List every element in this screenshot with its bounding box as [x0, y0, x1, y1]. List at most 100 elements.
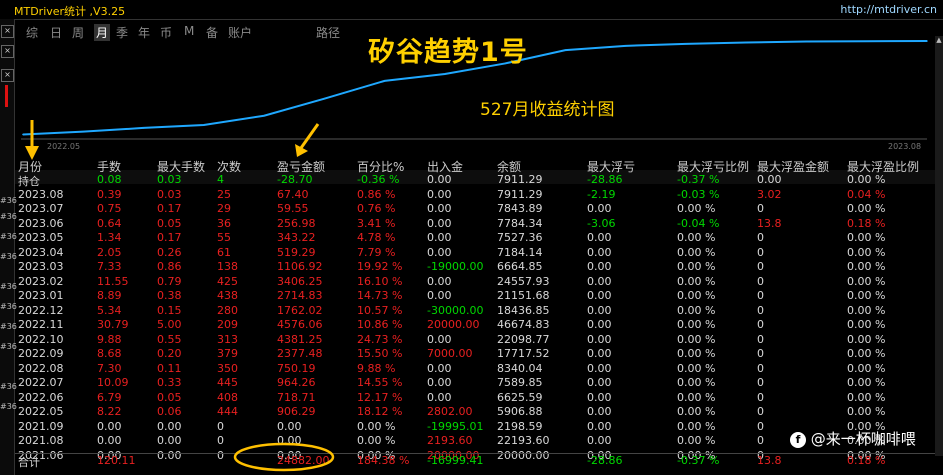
table-cell: 444: [217, 405, 238, 418]
total-cell: -16999.41: [427, 454, 484, 467]
table-cell: 0: [757, 419, 764, 433]
table-cell: 3.02: [757, 187, 782, 201]
table-cell: 0.00 %: [847, 274, 886, 288]
total-cell: -0.37 %: [677, 454, 720, 467]
table-cell: 1106.92: [277, 260, 323, 273]
equity-point: [805, 40, 808, 43]
table-cell: 425: [217, 274, 238, 288]
table-cell: 10.57 %: [357, 303, 403, 317]
table-cell: 0.00: [427, 187, 452, 201]
table-cell: 0.00 %: [847, 245, 886, 259]
equity-point: [564, 49, 567, 51]
total-cell: 120.11: [97, 454, 136, 467]
table-cell: 0.00 %: [847, 202, 886, 215]
table-cell: 313: [217, 332, 238, 346]
table-cell: 17717.52: [497, 347, 550, 360]
window-title: MTDriver统计 ,V3.25: [14, 5, 126, 18]
table-cell: 2.05: [97, 245, 122, 259]
table-cell: 0.00: [587, 419, 612, 433]
table-cell: 0: [757, 274, 764, 288]
table-cell: 0.00 %: [847, 303, 886, 317]
table-cell: 7784.34: [497, 216, 543, 230]
table-cell: 0.00: [757, 173, 782, 186]
website-link[interactable]: http://mtdriver.cn: [840, 3, 937, 16]
table-cell: 408: [217, 390, 238, 404]
table-cell: 0.00 %: [847, 347, 886, 360]
row-month: 2022.05: [18, 405, 64, 418]
table-cell: 0.00 %: [677, 376, 716, 389]
equity-point: [444, 73, 446, 75]
table-cell: 0.18 %: [847, 216, 886, 230]
table-cell: 36: [217, 216, 231, 230]
table-cell: 0.00: [427, 231, 452, 244]
table-cell: 0.33: [157, 376, 182, 389]
table-cell: 2714.83: [277, 289, 323, 302]
table-cell: 59.55: [277, 202, 309, 215]
table-cell: 0: [757, 318, 764, 331]
table-cell: 0.55: [157, 332, 182, 346]
table-cell: 0: [757, 332, 764, 346]
table-cell: 0.00: [427, 289, 452, 302]
table-cell: 0.00 %: [677, 390, 716, 404]
table-cell: 3406.25: [277, 274, 323, 288]
table-cell: 138: [217, 260, 238, 273]
table-cell: 0.00: [157, 434, 182, 447]
table-cell: 6625.59: [497, 390, 543, 404]
chart-x-end-label: 2023.08: [888, 142, 921, 151]
table-cell: 0.15: [157, 303, 182, 317]
table-cell: 0.00: [587, 245, 612, 259]
table-cell: 256.98: [277, 216, 316, 230]
table-cell: 0: [757, 260, 764, 273]
table-cell: 14.73 %: [357, 289, 403, 302]
table-cell: 16.10 %: [357, 274, 403, 288]
table-cell: 379: [217, 347, 238, 360]
table-cell: 2802.00: [427, 405, 473, 418]
table-cell: 0.86: [157, 260, 182, 273]
table-cell: 7589.85: [497, 376, 543, 389]
table-cell: 445: [217, 376, 238, 389]
close-icon[interactable]: ×: [1, 45, 14, 58]
table-cell: 0.06: [157, 405, 182, 418]
table-cell: -0.36 %: [357, 173, 400, 186]
row-month: 2022.07: [18, 376, 64, 389]
row-month: 2023.04: [18, 245, 64, 259]
table-cell: 15.50 %: [357, 347, 403, 360]
table-cell: 0.00 %: [677, 332, 716, 346]
total-cell: -28.86: [587, 454, 623, 467]
row-month: 2023.08: [18, 187, 64, 201]
window-titlebar: MTDriver统计 ,V3.25 http://mtdriver.cn: [0, 0, 943, 20]
table-cell: 0.05: [157, 390, 182, 404]
table-cell: 13.8: [757, 216, 782, 230]
close-icon[interactable]: ×: [1, 25, 14, 38]
table-cell: 6664.85: [497, 260, 543, 273]
table-cell: 0.00 %: [847, 332, 886, 346]
table-cell: 0: [757, 434, 764, 447]
table-cell: -0.03 %: [677, 187, 720, 201]
table-cell: 19.92 %: [357, 260, 403, 273]
table-cell: 5906.88: [497, 405, 543, 418]
table-cell: 0.64: [97, 216, 122, 230]
table-cell: 0.00: [277, 419, 302, 433]
table-cell: 7911.29: [497, 187, 543, 201]
table-cell: 3.41 %: [357, 216, 396, 230]
table-cell: 0.00 %: [847, 390, 886, 404]
table-cell: 750.19: [277, 361, 316, 375]
table-cell: 0.00: [97, 434, 122, 447]
table-cell: 718.71: [277, 390, 316, 404]
left-symbol-label: #36: [0, 212, 17, 221]
table-cell: 0.00 %: [847, 318, 886, 331]
table-cell: 0.00 %: [677, 434, 716, 447]
row-month: 2021.08: [18, 434, 64, 447]
table-cell: 0.26: [157, 245, 182, 259]
scrollbar[interactable]: ▲: [935, 36, 943, 456]
table-cell: 24.73 %: [357, 332, 403, 346]
table-cell: 0.38: [157, 289, 182, 302]
close-icon[interactable]: ×: [1, 69, 14, 82]
scroll-up-icon[interactable]: ▲: [935, 36, 943, 46]
table-cell: 0.00: [427, 216, 452, 230]
table-cell: 0: [217, 434, 224, 447]
table-cell: 7.79 %: [357, 245, 396, 259]
row-month: 2023.06: [18, 216, 64, 230]
table-cell: 61: [217, 245, 231, 259]
table-cell: 0.00: [587, 405, 612, 418]
